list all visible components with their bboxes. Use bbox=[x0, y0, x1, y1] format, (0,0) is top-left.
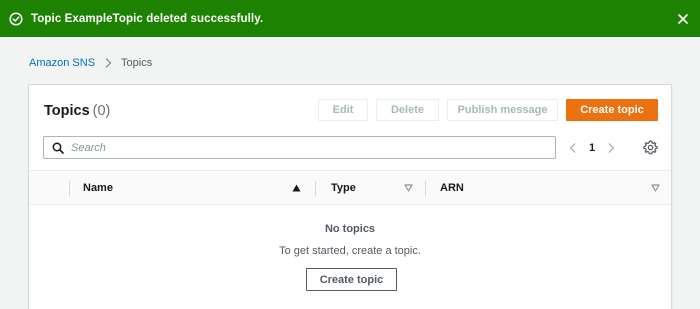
column-header-arn[interactable]: ARN bbox=[440, 171, 660, 205]
flash-message: Topic ExampleTopic deleted successfully. bbox=[31, 12, 264, 25]
delete-button[interactable]: Delete bbox=[376, 99, 439, 121]
column-name-label: Name bbox=[83, 182, 113, 194]
edit-button[interactable]: Edit bbox=[318, 99, 368, 121]
panel-header: Topics (0) Edit Delete Publish message Cr… bbox=[29, 99, 671, 123]
empty-state-create-topic-button[interactable]: Create topic bbox=[306, 268, 397, 291]
breadcrumb: Amazon SNS Topics bbox=[29, 55, 152, 71]
panel-title: Topics bbox=[44, 103, 90, 119]
column-type-label: Type bbox=[331, 182, 356, 194]
search-icon bbox=[52, 142, 64, 154]
create-topic-button[interactable]: Create topic bbox=[566, 99, 658, 121]
sort-caret-down-icon[interactable] bbox=[404, 184, 413, 192]
success-flash-banner: Topic ExampleTopic deleted successfully. bbox=[0, 0, 700, 37]
empty-state-title: No topics bbox=[324, 223, 376, 235]
chevron-right-icon bbox=[104, 57, 112, 69]
search-box bbox=[43, 136, 556, 159]
check-circle-icon bbox=[9, 11, 23, 26]
publish-message-button[interactable]: Publish message bbox=[447, 99, 558, 121]
sort-caret-down-icon[interactable] bbox=[651, 184, 660, 192]
close-icon[interactable] bbox=[676, 12, 690, 26]
empty-state-description: To get started, create a topic. bbox=[279, 245, 421, 257]
pagination: 1 bbox=[567, 139, 617, 157]
gear-icon[interactable] bbox=[643, 140, 658, 155]
sort-ascending-icon[interactable] bbox=[292, 184, 301, 192]
chevron-left-icon[interactable] bbox=[567, 140, 579, 156]
page-title: Topics (0) bbox=[44, 103, 110, 119]
table-header: Name Type ARN bbox=[29, 170, 671, 205]
column-header-type[interactable]: Type bbox=[331, 171, 413, 205]
breadcrumb-amazon-sns-link[interactable]: Amazon SNS bbox=[29, 57, 95, 69]
search-input[interactable] bbox=[71, 141, 555, 154]
breadcrumb-topics: Topics bbox=[121, 57, 153, 69]
column-divider bbox=[315, 181, 316, 196]
column-divider bbox=[69, 181, 70, 196]
column-divider bbox=[425, 181, 426, 196]
chevron-right-icon[interactable] bbox=[605, 140, 617, 156]
column-arn-label: ARN bbox=[440, 182, 464, 194]
topics-count: (0) bbox=[92, 103, 111, 119]
column-header-name[interactable]: Name bbox=[83, 171, 301, 205]
topics-panel: Topics (0) Edit Delete Publish message Cr… bbox=[28, 84, 672, 309]
page-number[interactable]: 1 bbox=[589, 142, 595, 154]
